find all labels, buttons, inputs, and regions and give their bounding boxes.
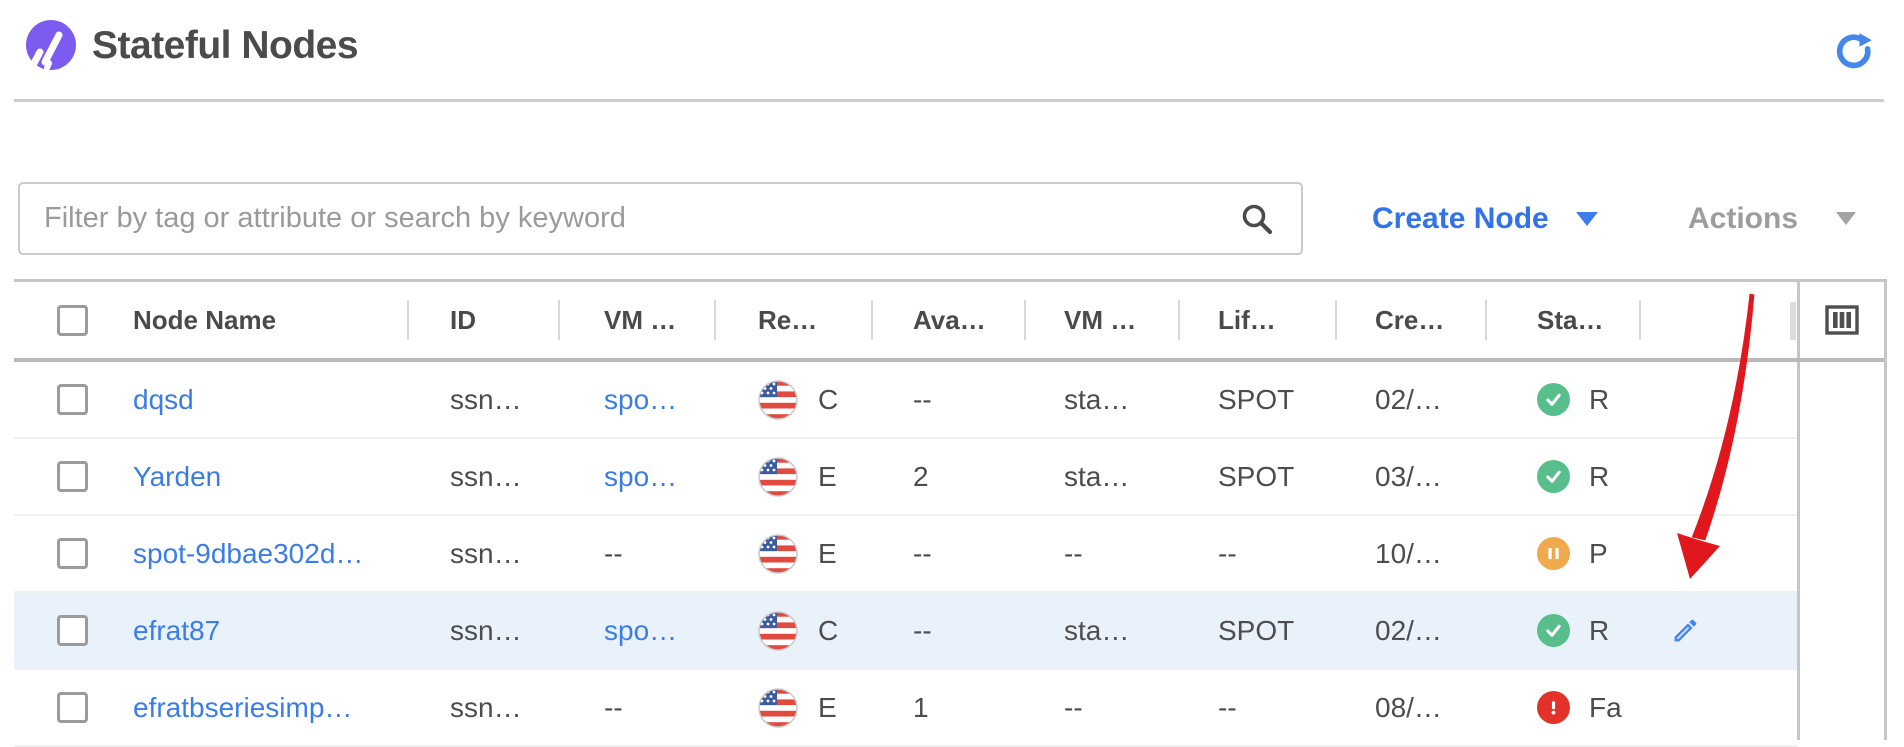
status-running-icon xyxy=(1537,460,1570,493)
row-checkbox[interactable] xyxy=(57,615,88,646)
created-date: 02/… xyxy=(1375,384,1442,416)
created-date: 10/… xyxy=(1375,538,1442,570)
status-text: R xyxy=(1589,615,1609,647)
header-divider xyxy=(14,99,1884,102)
us-flag-icon xyxy=(758,688,798,728)
availability-zone: 1 xyxy=(913,692,929,724)
column-header-status[interactable]: Sta… xyxy=(1487,282,1641,358)
refresh-button[interactable] xyxy=(1828,26,1880,78)
column-header-edit xyxy=(1641,282,1797,358)
row-checkbox[interactable] xyxy=(57,461,88,492)
column-header-id[interactable]: ID xyxy=(409,282,560,358)
row-checkbox[interactable] xyxy=(57,384,88,415)
refresh-icon xyxy=(1832,30,1876,74)
vm-name-empty: -- xyxy=(604,692,623,724)
chevron-down-icon xyxy=(1576,212,1598,226)
created-date: 08/… xyxy=(1375,692,1442,724)
column-picker-icon[interactable] xyxy=(1824,303,1860,337)
filter-input[interactable] xyxy=(18,182,1303,255)
availability-zone: -- xyxy=(913,615,932,647)
header-select-cell xyxy=(14,282,108,358)
status-paused-icon xyxy=(1537,537,1570,570)
table-row-selected[interactable]: efrat87 ssn… spo… C xyxy=(14,593,1797,670)
spot-logo-icon xyxy=(22,18,78,74)
node-name-link[interactable]: spot-9dbae302d… xyxy=(133,538,363,570)
vm-name-link[interactable]: spo… xyxy=(604,615,677,647)
region-value: C xyxy=(818,615,838,647)
us-flag-icon xyxy=(758,611,798,651)
table-row[interactable]: efratbseriesimp… ssn… -- E xyxy=(14,670,1797,747)
lifecycle: SPOT xyxy=(1218,384,1294,416)
status-text: Fa xyxy=(1589,692,1622,724)
filter-bar xyxy=(18,182,1303,255)
node-id: ssn… xyxy=(450,615,522,647)
region-value: C xyxy=(818,384,838,416)
region-value: E xyxy=(818,692,837,724)
status-text: P xyxy=(1589,538,1608,570)
actions-button[interactable]: Actions xyxy=(1688,182,1856,255)
created-date: 03/… xyxy=(1375,461,1442,493)
actions-label: Actions xyxy=(1688,202,1798,236)
region-value: E xyxy=(818,461,837,493)
lifecycle: -- xyxy=(1218,538,1237,570)
vm-name-link[interactable]: spo… xyxy=(604,384,677,416)
node-name-link[interactable]: dqsd xyxy=(133,384,194,416)
column-header-availability[interactable]: Ava… xyxy=(873,282,1026,358)
row-checkbox[interactable] xyxy=(57,692,88,723)
column-header-vm-name[interactable]: VM … xyxy=(560,282,716,358)
node-id: ssn… xyxy=(450,538,522,570)
created-date: 02/… xyxy=(1375,615,1442,647)
header-picker-cell xyxy=(1797,282,1884,358)
region-value: E xyxy=(818,538,837,570)
lifecycle: SPOT xyxy=(1218,615,1294,647)
vm-type: -- xyxy=(1064,538,1083,570)
vm-type: sta… xyxy=(1064,615,1129,647)
column-header-lifecycle[interactable]: Lif… xyxy=(1180,282,1337,358)
availability-zone: 2 xyxy=(913,461,929,493)
column-header-vm-type[interactable]: VM … xyxy=(1026,282,1180,358)
row-checkbox[interactable] xyxy=(57,538,88,569)
availability-zone: -- xyxy=(913,384,932,416)
vm-name-empty: -- xyxy=(604,538,623,570)
status-text: R xyxy=(1589,461,1609,493)
status-running-icon xyxy=(1537,383,1570,416)
vm-type: sta… xyxy=(1064,461,1129,493)
table-right-rail xyxy=(1797,362,1884,740)
lifecycle: -- xyxy=(1218,692,1237,724)
vm-type: -- xyxy=(1064,692,1083,724)
availability-zone: -- xyxy=(913,538,932,570)
table-row[interactable]: Yarden ssn… spo… E xyxy=(14,439,1797,516)
node-id: ssn… xyxy=(450,384,522,416)
vm-type: sta… xyxy=(1064,384,1129,416)
vm-name-link[interactable]: spo… xyxy=(604,461,677,493)
node-id: ssn… xyxy=(450,692,522,724)
table-body: dqsd ssn… spo… C xyxy=(14,362,1797,747)
column-header-region[interactable]: Re… xyxy=(716,282,873,358)
chevron-down-icon xyxy=(1836,212,1856,225)
select-all-checkbox[interactable] xyxy=(57,305,88,336)
node-id: ssn… xyxy=(450,461,522,493)
nodes-table: Node Name ID VM … Re… Ava… VM … Lif… Cre… xyxy=(14,279,1887,740)
us-flag-icon xyxy=(758,380,798,420)
table-header-row: Node Name ID VM … Re… Ava… VM … Lif… Cre… xyxy=(14,282,1884,362)
us-flag-icon xyxy=(758,534,798,574)
column-header-node-name[interactable]: Node Name xyxy=(108,282,409,358)
page-title: Stateful Nodes xyxy=(92,24,358,68)
edit-pencil-icon[interactable] xyxy=(1671,616,1700,645)
status-running-icon xyxy=(1537,614,1570,647)
create-node-label: Create Node xyxy=(1372,202,1549,236)
create-node-button[interactable]: Create Node xyxy=(1372,182,1598,255)
status-failed-icon xyxy=(1537,691,1570,724)
node-name-link[interactable]: Yarden xyxy=(133,461,221,493)
us-flag-icon xyxy=(758,457,798,497)
table-row[interactable]: spot-9dbae302d… ssn… -- E xyxy=(14,516,1797,593)
column-header-created[interactable]: Cre… xyxy=(1337,282,1487,358)
node-name-link[interactable]: efrat87 xyxy=(133,615,220,647)
lifecycle: SPOT xyxy=(1218,461,1294,493)
node-name-link[interactable]: efratbseriesimp… xyxy=(133,692,352,724)
stateful-nodes-page: Stateful Nodes Create Node Actions Node … xyxy=(0,0,1904,740)
status-text: R xyxy=(1589,384,1609,416)
table-row[interactable]: dqsd ssn… spo… C xyxy=(14,362,1797,439)
